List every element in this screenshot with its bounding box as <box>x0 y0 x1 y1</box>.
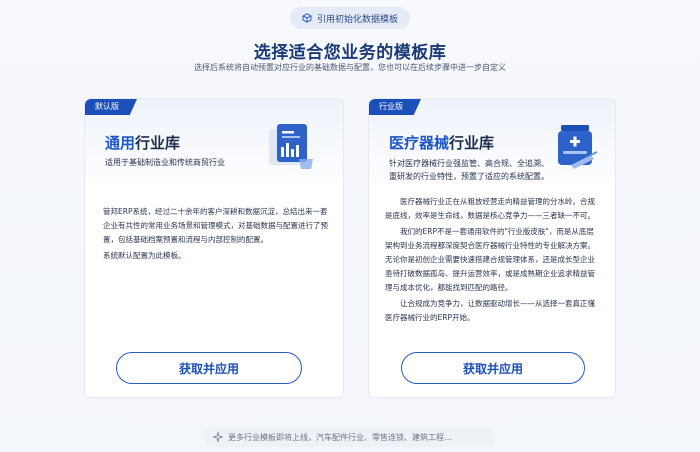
card-body-paragraph: 让合规成为竞争力，让数据驱动增长——从选择一套真正懂医疗器械行业的ERP开始。 <box>385 299 595 322</box>
card-body: 管邦ERP系统，经过二十余年的客户深耕和数据沉淀，总结出来一套企业有共性的常用业… <box>103 205 329 265</box>
card-body-paragraph: 管邦ERP系统，经过二十余年的客户深耕和数据沉淀，总结出来一套企业有共性的常用业… <box>103 207 328 244</box>
sparkle-icon <box>213 432 223 442</box>
card-body-paragraph: 系统默认配置为此模板。 <box>103 251 186 260</box>
card-body-paragraph: 我们的ERP不是一套通用软件的"行业版皮肤"，而是从底层架构到业务流程都深度契合… <box>385 227 595 292</box>
card-description: 适用于基础制造业和传统商贸行业 <box>105 158 225 167</box>
card-title-rest: 行业库 <box>135 134 181 152</box>
card-title-accent: 通用 <box>105 134 136 152</box>
card-tag: 默认版 <box>85 99 137 115</box>
template-source-pill[interactable]: 引用初始化数据模板 <box>290 7 410 29</box>
card-description: 针对医疗器械行业强监管、高合规、全追溯、重研发的行业特性，预置了适应的系统配置。 <box>389 159 549 181</box>
card-body-paragraph: 医疗器械行业正在从粗放经营走向精益管理的分水岭。合规是底线，效率是生命线，数据是… <box>385 197 595 220</box>
more-templates-text: 更多行业模板即将上线，汽车配件行业、零售连锁、建筑工程… <box>228 432 452 442</box>
card-body: 医疗器械行业正在从粗放经营走向精益管理的分水岭。合规是底线，效率是生命线，数据是… <box>385 195 601 327</box>
template-card-medical[interactable]: 行业版 医疗器械行业库 针对医疗器械行业强监管、高合规、全追溯、重研发的行业特性… <box>368 98 616 398</box>
apply-template-button[interactable]: 获取并应用 <box>116 352 302 384</box>
more-templates-notice: 更多行业模板即将上线，汽车配件行业、零售连锁、建筑工程… <box>203 427 495 447</box>
page-subtitle: 选择后系统将自动预置对应行业的基础数据与配置，您也可以在后续步骤中进一步自定义 <box>194 63 506 72</box>
card-title: 医疗器械行业库 <box>389 132 494 153</box>
page-title: 选择适合您业务的模板库 <box>253 43 447 63</box>
cube-icon <box>302 13 312 23</box>
apply-template-button[interactable]: 获取并应用 <box>401 352 585 384</box>
template-card-general[interactable]: 默认版 通用行业库 适用于基础制造业和传统商贸行业 管邦ERP系统，经过二十余年… <box>84 98 344 398</box>
card-title: 通用行业库 <box>105 132 180 153</box>
document-chart-icon <box>269 124 313 169</box>
template-source-label: 引用初始化数据模板 <box>316 14 398 25</box>
page-background: 引用初始化数据模板 选择适合您业务的模板库 选择后系统将自动预置对应行业的基础数… <box>0 0 700 452</box>
card-title-rest: 行业库 <box>449 134 495 152</box>
card-tag: 行业版 <box>369 99 421 115</box>
medicine-bottle-syringe-icon <box>558 125 598 169</box>
card-title-accent: 医疗器械 <box>389 134 450 152</box>
